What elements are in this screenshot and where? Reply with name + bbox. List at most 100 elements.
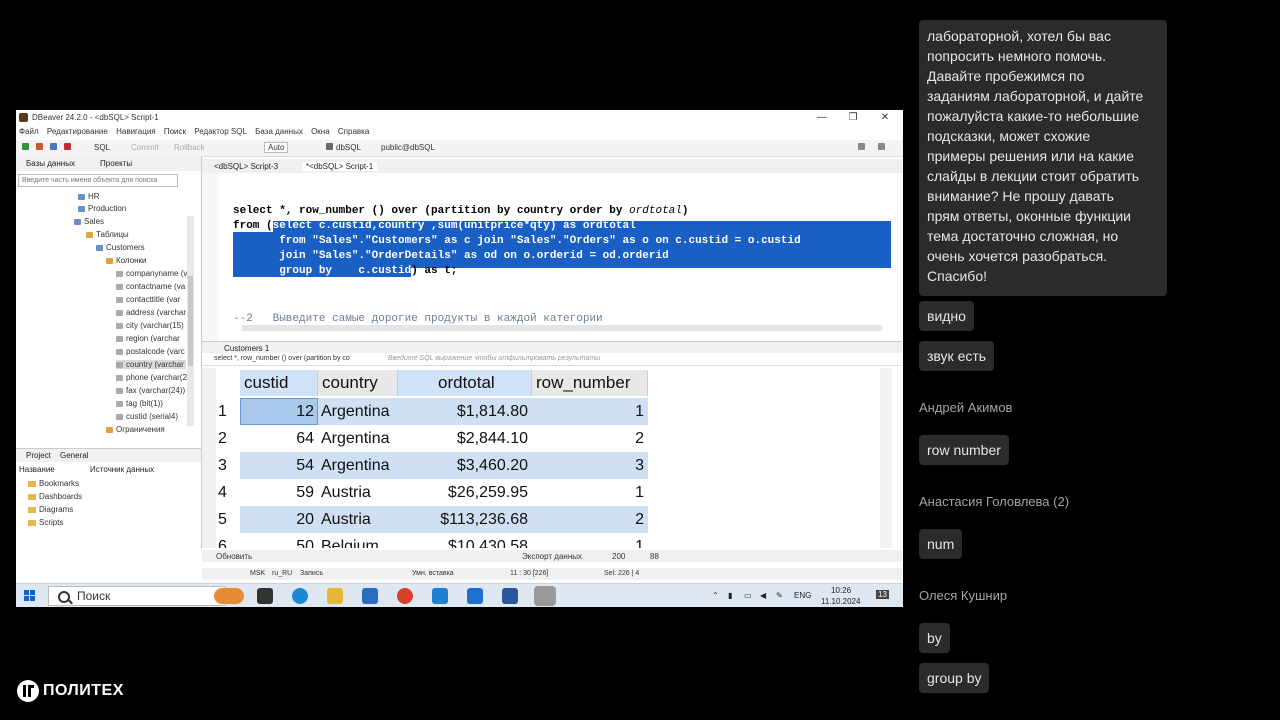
- menu-window[interactable]: Окна: [311, 127, 330, 136]
- active-connection-select[interactable]: dbSQL: [336, 143, 361, 152]
- tree-item-column[interactable]: address (varchar: [116, 308, 186, 317]
- column-header-ordtotal[interactable]: ordtotal: [398, 370, 532, 396]
- connect-icon[interactable]: [36, 143, 43, 150]
- tree-item-column[interactable]: contactname (va: [116, 282, 185, 291]
- clock-time[interactable]: 10:26: [831, 586, 851, 595]
- menu-help[interactable]: Справка: [338, 127, 369, 136]
- maximize-button[interactable]: ❐: [840, 111, 866, 125]
- cell-country[interactable]: Belgium: [321, 533, 379, 548]
- tree-item-columns[interactable]: Колонки: [106, 256, 147, 265]
- column-header-row-number[interactable]: row_number: [532, 370, 648, 396]
- project-item-scripts[interactable]: Scripts: [28, 518, 63, 527]
- project-item-diagrams[interactable]: Diagrams: [28, 505, 73, 514]
- language-indicator[interactable]: ENG: [794, 591, 811, 600]
- cell-ordtotal[interactable]: $1,814.80: [398, 398, 532, 425]
- tree-item-column[interactable]: custid (serial4): [116, 412, 178, 421]
- tree-item-column[interactable]: city (varchar(15): [116, 321, 184, 330]
- tray-chevron-up-icon[interactable]: ⌃: [712, 591, 719, 600]
- cell-row-number[interactable]: 1: [532, 479, 648, 506]
- tree-item-hr[interactable]: HR: [78, 192, 100, 201]
- minimize-button[interactable]: —: [809, 111, 835, 125]
- editor-horizontal-scrollbar[interactable]: [242, 325, 882, 331]
- rollback-button[interactable]: Rollback: [174, 143, 205, 152]
- cell-country[interactable]: Argentina: [321, 425, 390, 452]
- taskbar-search-box[interactable]: Поиск: [48, 586, 226, 606]
- store-icon[interactable]: [362, 588, 378, 604]
- tree-item-column[interactable]: contacttitle (var: [116, 295, 180, 304]
- sql-editor[interactable]: select *, row_number () over (partition …: [202, 173, 902, 341]
- refresh-button[interactable]: Обновить: [216, 552, 252, 561]
- cell-row-number[interactable]: 2: [532, 425, 648, 452]
- tab-general[interactable]: General: [60, 451, 88, 460]
- navigator-scrollbar[interactable]: [187, 216, 194, 426]
- menu-edit[interactable]: Редактирование: [47, 127, 108, 136]
- tree-item-column[interactable]: region (varchar: [116, 334, 180, 343]
- cell-row-number[interactable]: 1: [532, 398, 648, 425]
- navigator-search-input[interactable]: Введите часть имени объекта для поиска: [18, 174, 178, 187]
- scrollbar-thumb[interactable]: [188, 276, 193, 366]
- results-filter-input[interactable]: Введите SQL выражение чтобы отфильтроват…: [388, 355, 600, 362]
- cell-ordtotal[interactable]: $10,430.58: [398, 533, 532, 548]
- tray-network-icon[interactable]: ▭: [744, 591, 752, 600]
- tray-volume-icon[interactable]: ◀: [760, 591, 766, 600]
- column-header-custid[interactable]: custid: [240, 370, 318, 396]
- project-item-dashboards[interactable]: Dashboards: [28, 492, 82, 501]
- weather-widget-icon[interactable]: [214, 588, 244, 604]
- active-schema-select[interactable]: public@dbSQL: [381, 143, 435, 152]
- tree-item-column[interactable]: fax (varchar(24)): [116, 386, 185, 395]
- commit-button[interactable]: Commit: [131, 143, 159, 152]
- stop-icon[interactable]: [64, 143, 71, 150]
- disconnect-icon[interactable]: [50, 143, 57, 150]
- menu-file[interactable]: Файл: [19, 127, 39, 136]
- tab-results-customers[interactable]: Customers 1: [224, 344, 269, 353]
- cell-ordtotal[interactable]: $3,460.20: [398, 452, 532, 479]
- dbeaver-taskbar-icon[interactable]: [534, 586, 556, 606]
- transaction-mode-auto[interactable]: Auto: [264, 142, 289, 153]
- cell-custid[interactable]: 64: [240, 425, 318, 452]
- task-view-icon[interactable]: [257, 588, 273, 604]
- tree-item-column[interactable]: phone (varchar(2: [116, 373, 187, 382]
- new-connection-icon[interactable]: [22, 143, 29, 150]
- tray-pen-icon[interactable]: ✎: [776, 591, 783, 600]
- tab-project[interactable]: Project: [26, 451, 51, 460]
- tree-item-tables[interactable]: Таблицы: [86, 230, 129, 239]
- tree-item-customers[interactable]: Customers: [96, 243, 145, 252]
- project-item-bookmarks[interactable]: Bookmarks: [28, 479, 79, 488]
- cell-custid[interactable]: 12: [240, 398, 318, 425]
- cell-row-number[interactable]: 2: [532, 506, 648, 533]
- cell-custid[interactable]: 20: [240, 506, 318, 533]
- sql-button[interactable]: SQL: [94, 143, 110, 152]
- edge-browser-icon[interactable]: [292, 588, 308, 604]
- tree-item-sales[interactable]: Sales: [74, 217, 104, 226]
- menu-search[interactable]: Поиск: [164, 127, 186, 136]
- tab-script-1-active[interactable]: *<dbSQL> Script-1: [302, 162, 378, 171]
- tab-projects[interactable]: Проекты: [100, 159, 132, 168]
- file-explorer-icon[interactable]: [327, 588, 343, 604]
- cell-country[interactable]: Argentina: [321, 452, 390, 479]
- tree-item-column[interactable]: companyname (v: [116, 269, 187, 278]
- cell-country[interactable]: Argentina: [321, 398, 390, 425]
- tray-usb-icon[interactable]: ▮: [728, 591, 732, 600]
- cell-ordtotal[interactable]: $113,236.68: [398, 506, 532, 533]
- menu-sql-editor[interactable]: Редактор SQL: [194, 127, 247, 136]
- media-app-icon[interactable]: [432, 588, 448, 604]
- notification-count-badge[interactable]: 13: [876, 590, 889, 599]
- tree-item-constraints[interactable]: Ограничения: [106, 425, 165, 434]
- cell-ordtotal[interactable]: $26,259.95: [398, 479, 532, 506]
- tree-item-column[interactable]: postalcode (varc: [116, 347, 185, 356]
- paint-app-icon[interactable]: [467, 588, 483, 604]
- cell-ordtotal[interactable]: $2,844.10: [398, 425, 532, 452]
- cell-row-number[interactable]: 1: [532, 533, 648, 548]
- cell-row-number[interactable]: 3: [532, 452, 648, 479]
- search-icon[interactable]: [858, 143, 865, 150]
- chrome-browser-icon[interactable]: [397, 588, 413, 604]
- tree-item-column-selected[interactable]: country (varchar: [116, 360, 186, 369]
- clock-date[interactable]: 11.10.2024: [821, 597, 860, 606]
- windows-start-icon[interactable]: [24, 590, 36, 602]
- fetch-size-field[interactable]: 200: [612, 552, 625, 561]
- cell-country[interactable]: Austria: [321, 506, 371, 533]
- cell-country[interactable]: Austria: [321, 479, 371, 506]
- cell-custid[interactable]: 50: [240, 533, 318, 548]
- perspective-icon[interactable]: [878, 143, 885, 150]
- menu-database[interactable]: База данных: [255, 127, 303, 136]
